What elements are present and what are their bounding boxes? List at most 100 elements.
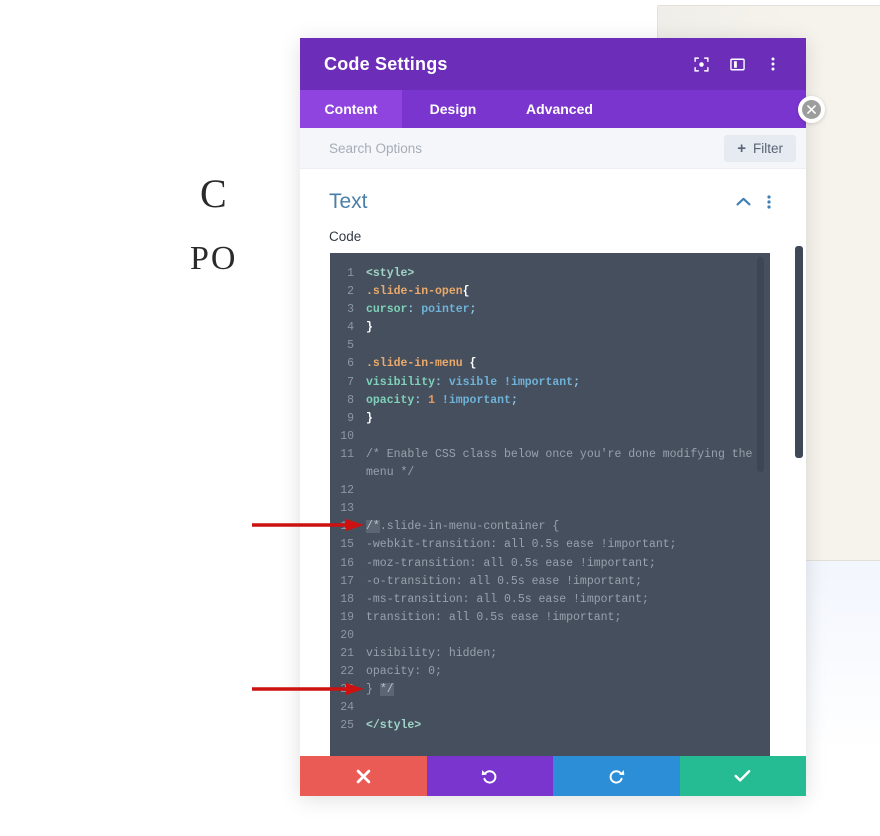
cancel-button[interactable] <box>300 756 427 796</box>
code-line-number: 18 <box>340 592 354 606</box>
code-line: 25 </style> <box>330 717 770 735</box>
code-line: 12 <box>330 482 770 500</box>
focus-target-icon[interactable] <box>686 49 716 79</box>
code-editor-content[interactable]: 1 <style> 2 .slide-in-open{ 3 cursor: pointer… <box>330 253 770 735</box>
code-line-text: cursor: pointer; <box>366 303 477 317</box>
code-line: 6 .slide-in-menu { <box>330 355 770 373</box>
modal-tabs: Content Design Advanced <box>300 90 806 128</box>
code-line: 23} */ <box>330 681 770 699</box>
more-vertical-icon[interactable] <box>758 49 788 79</box>
code-line-text: } <box>366 321 373 335</box>
code-line: 13 <box>330 500 770 518</box>
code-settings-modal: Code Settings Content Design Advanced Se… <box>300 38 806 796</box>
code-line-number: 15 <box>340 538 354 552</box>
code-line-text: <style> <box>366 267 415 280</box>
code-line-text: opacity: 0; <box>366 665 442 679</box>
code-line-text: /*.slide-in-menu-container { <box>366 520 560 534</box>
filter-button[interactable]: + Filter <box>724 134 796 162</box>
check-icon <box>734 770 751 782</box>
code-line-number: 6 <box>347 357 354 371</box>
modal-header: Code Settings <box>300 38 806 90</box>
code-line-text: visibility: hidden; <box>366 646 498 660</box>
code-line: 5 <box>330 337 770 355</box>
background-subheadline: PO <box>190 240 238 277</box>
code-line-number: 2 <box>347 285 354 299</box>
code-line-number: 9 <box>347 411 354 425</box>
code-line-text: -ms-transition: all 0.5s ease !important… <box>366 592 649 606</box>
code-line-text: -o-transition: all 0.5s ease !important; <box>366 574 643 588</box>
filter-button-label: Filter <box>753 140 783 156</box>
code-line-text: .slide-in-open{ <box>366 285 470 299</box>
code-line-number: 25 <box>340 719 354 733</box>
code-line-number: 7 <box>347 375 354 389</box>
code-line-number: 24 <box>340 701 354 715</box>
code-line-number: 1 <box>347 267 354 280</box>
layout-panel-icon[interactable] <box>722 49 752 79</box>
code-line-number: 17 <box>340 574 354 588</box>
tab-advanced[interactable]: Advanced <box>504 90 615 128</box>
redo-button[interactable] <box>553 756 680 796</box>
code-line: 1 <style> <box>330 265 770 283</box>
plus-icon: + <box>737 139 746 157</box>
section-header-text: Text <box>300 169 806 215</box>
code-line-text: </style> <box>366 719 422 733</box>
code-line: 17 -o-transition: all 0.5s ease !importan… <box>330 573 770 591</box>
save-button[interactable] <box>679 756 806 796</box>
code-line: 15 -webkit-transition: all 0.5s ease !imp… <box>330 536 770 554</box>
code-line-number: 8 <box>347 393 354 407</box>
code-editor-scrollbar-thumb[interactable] <box>757 257 764 472</box>
section-title: Text <box>329 190 368 213</box>
background-headline: C <box>200 171 228 216</box>
code-line-text: -moz-transition: all 0.5s ease !importan… <box>366 556 656 570</box>
redo-icon <box>609 769 624 784</box>
code-line-text: -webkit-transition: all 0.5s ease !impor… <box>366 538 677 552</box>
code-line-number: 21 <box>340 646 354 660</box>
modal-body: Text Code 1 <style> 2 .slide-in-open{ 3 curso… <box>300 169 806 756</box>
code-line: 8 opacity: 1 !important; <box>330 392 770 410</box>
code-editor-scrollbar-track[interactable] <box>757 253 767 756</box>
tab-content[interactable]: Content <box>300 90 402 128</box>
code-line: 4} <box>330 319 770 337</box>
modal-footer <box>300 756 806 796</box>
close-circle-icon[interactable] <box>798 96 825 123</box>
section-more-vertical-icon[interactable] <box>756 189 782 215</box>
code-line: 11 /* Enable CSS class below once you're … <box>330 446 770 482</box>
search-input[interactable] <box>329 140 725 156</box>
code-line-text: transition: all 0.5s ease !important; <box>366 610 622 624</box>
code-line-number: 12 <box>340 484 354 498</box>
code-line-text: visibility: visible !important; <box>366 375 580 389</box>
undo-button[interactable] <box>426 756 553 796</box>
code-line-number: 13 <box>340 502 354 516</box>
code-line: 3 cursor: pointer; <box>330 301 770 319</box>
code-line: 22 opacity: 0; <box>330 663 770 681</box>
code-line-text: /* Enable CSS class below once you're do… <box>366 447 760 480</box>
code-line-number: 5 <box>347 339 354 353</box>
code-field-label: Code <box>329 229 362 244</box>
code-editor[interactable]: 1 <style> 2 .slide-in-open{ 3 cursor: pointer… <box>330 253 770 756</box>
code-line: 10 <box>330 428 770 446</box>
code-line-text: opacity: 1 !important; <box>366 393 518 407</box>
code-line: 9} <box>330 410 770 428</box>
code-line: 21 visibility: hidden; <box>330 645 770 663</box>
arrow-to-line-14 <box>252 518 364 532</box>
code-line-number: 3 <box>347 303 354 317</box>
code-line-number: 19 <box>340 610 354 624</box>
code-line-number: 4 <box>347 321 354 335</box>
search-row: + Filter <box>300 128 806 169</box>
code-line: 19 transition: all 0.5s ease !important; <box>330 609 770 627</box>
code-line: 16 -moz-transition: all 0.5s ease !import… <box>330 555 770 573</box>
code-line: 7 visibility: visible !important; <box>330 374 770 392</box>
code-line: 14/*.slide-in-menu-container { <box>330 518 770 536</box>
code-line-text: .slide-in-menu { <box>366 357 477 371</box>
modal-outer-scrollbar[interactable] <box>795 246 803 458</box>
code-line: 24 <box>330 699 770 717</box>
code-line-number: 16 <box>340 556 354 570</box>
code-line: 18 -ms-transition: all 0.5s ease !importa… <box>330 591 770 609</box>
tab-design[interactable]: Design <box>402 90 504 128</box>
page-title: Code Settings <box>324 53 448 74</box>
chevron-up-icon[interactable] <box>730 189 756 215</box>
